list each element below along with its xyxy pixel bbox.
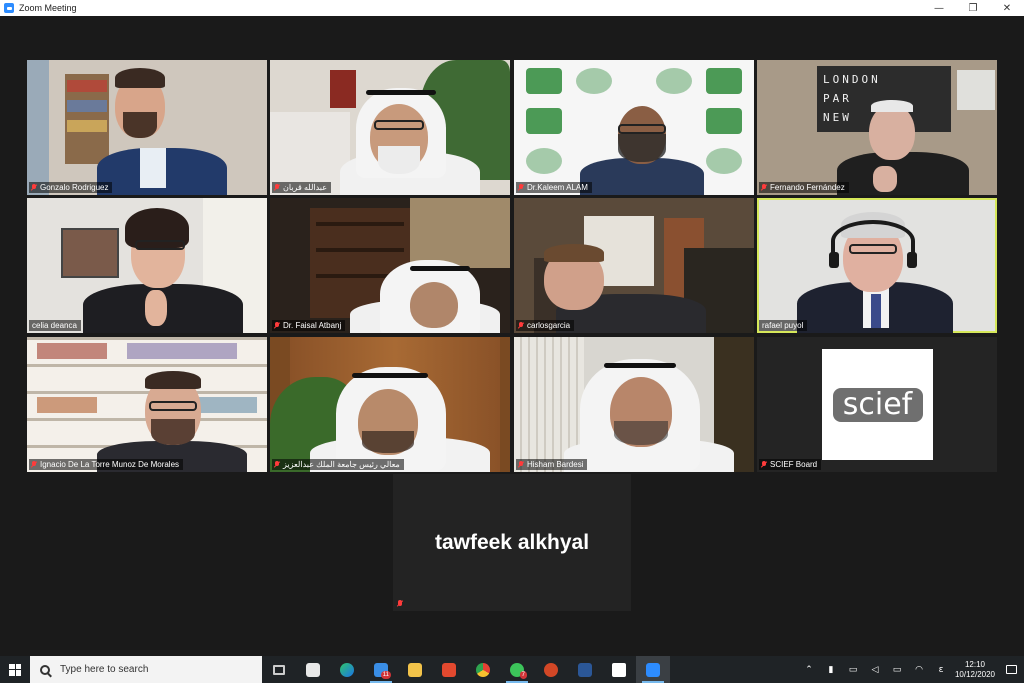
language-indicator[interactable]: ε bbox=[930, 656, 952, 683]
participant-name: عبدالله قربان bbox=[272, 182, 331, 193]
zoom-icon bbox=[646, 662, 660, 677]
office-icon bbox=[442, 662, 456, 677]
video-tile[interactable]: Ignacio De La Torre Munoz De Morales bbox=[27, 337, 267, 472]
mic-muted-icon bbox=[31, 184, 37, 191]
video-tile-no-video[interactable]: tawfeek alkhyal bbox=[393, 474, 631, 611]
video-tile[interactable]: Gonzalo Rodriguez bbox=[27, 60, 267, 195]
video-tile[interactable]: carlosgarcia bbox=[514, 198, 754, 333]
edge-button[interactable] bbox=[330, 656, 364, 683]
video-tile[interactable]: Dr. Faisal Atbanj bbox=[270, 198, 510, 333]
store-icon bbox=[306, 662, 320, 677]
mic-muted-icon bbox=[761, 461, 767, 468]
store-button[interactable] bbox=[296, 656, 330, 683]
mic-muted-icon bbox=[274, 322, 280, 329]
mic-muted-icon bbox=[518, 461, 524, 468]
video-tile[interactable]: LONDON PAR NEW K Fernando Fernández bbox=[757, 60, 997, 195]
search-icon bbox=[40, 664, 50, 675]
battery-icon[interactable]: ▭ bbox=[886, 656, 908, 683]
action-center-button[interactable] bbox=[998, 656, 1024, 683]
whatsapp-button[interactable]: 7 bbox=[500, 656, 534, 683]
notification-icon bbox=[1005, 665, 1017, 674]
mic-muted-icon bbox=[518, 322, 524, 329]
clock[interactable]: 12:10 10/12/2020 bbox=[952, 660, 998, 680]
taskbar: Type here to search 11 7 ⌃ ▮ ▭ ◁ ▭ ◠ ε 1… bbox=[0, 656, 1024, 683]
video-tile-active-speaker[interactable]: rafael puyol bbox=[757, 198, 997, 333]
clock-date: 10/12/2020 bbox=[954, 669, 996, 679]
show-hidden-icons-button[interactable]: ⌃ bbox=[798, 656, 820, 683]
participant-name: rafael puyol bbox=[759, 320, 808, 331]
zoom-app-icon bbox=[4, 3, 14, 13]
taskbar-search[interactable]: Type here to search bbox=[30, 656, 262, 683]
restore-button[interactable]: ❐ bbox=[956, 0, 990, 16]
microphone-icon[interactable]: ▮ bbox=[820, 656, 842, 683]
participant-name: Gonzalo Rodriguez bbox=[29, 182, 113, 193]
close-button[interactable]: ✕ bbox=[990, 0, 1024, 16]
video-tile[interactable]: celia deanca bbox=[27, 198, 267, 333]
mic-muted-icon bbox=[518, 184, 524, 191]
participant-name: Dr. Faisal Atbanj bbox=[272, 320, 346, 331]
video-tile[interactable]: عبدالله قربان bbox=[270, 60, 510, 195]
chrome-icon bbox=[476, 662, 490, 677]
gallery-view: Gonzalo Rodriguez عبدالله قربان Dr.Kalee… bbox=[0, 16, 1024, 656]
mic-muted-icon bbox=[761, 184, 767, 191]
participant-name: معالي رئيس جامعة الملك عبدالعزيز bbox=[272, 459, 404, 470]
window-controls: — ❐ ✕ bbox=[922, 0, 1024, 16]
whatsapp-badge: 7 bbox=[519, 671, 527, 679]
file-explorer-button[interactable] bbox=[398, 656, 432, 683]
mail-button[interactable]: 11 bbox=[364, 656, 398, 683]
video-tile[interactable]: Dr.Kaleem ALAM bbox=[514, 60, 754, 195]
minimize-button[interactable]: — bbox=[922, 0, 956, 16]
search-placeholder: Type here to search bbox=[60, 664, 149, 675]
video-tile[interactable]: Hisham Bardesi bbox=[514, 337, 754, 472]
participant-name: SCIEF Board bbox=[759, 459, 822, 470]
powerpoint-icon bbox=[544, 662, 558, 677]
wifi-icon[interactable]: ◠ bbox=[908, 656, 930, 683]
participant-name: Dr.Kaleem ALAM bbox=[516, 182, 592, 193]
system-tray: ⌃ ▮ ▭ ◁ ▭ ◠ ε 12:10 10/12/2020 bbox=[798, 656, 1024, 683]
participant-name: Hisham Bardesi bbox=[516, 459, 588, 470]
task-view-icon bbox=[273, 664, 285, 675]
scief-logo: scief bbox=[822, 349, 933, 460]
word-icon bbox=[578, 662, 592, 677]
folder-icon bbox=[408, 662, 422, 677]
mic-muted-icon bbox=[274, 461, 280, 468]
acrobat-button[interactable] bbox=[602, 656, 636, 683]
mic-muted-icon bbox=[31, 461, 37, 468]
participant-name: Fernando Fernández bbox=[759, 182, 849, 193]
volume-icon[interactable]: ◁ bbox=[864, 656, 886, 683]
windows-icon bbox=[9, 663, 21, 676]
start-button[interactable] bbox=[0, 656, 30, 683]
mic-muted-icon bbox=[274, 184, 280, 191]
edge-icon bbox=[340, 662, 354, 677]
acrobat-icon bbox=[612, 662, 626, 677]
participant-name: celia deanca bbox=[29, 320, 81, 331]
participant-display-name: tawfeek alkhyal bbox=[434, 530, 590, 554]
participant-name: carlosgarcia bbox=[516, 320, 575, 331]
mail-badge: 11 bbox=[380, 671, 391, 679]
window-titlebar: Zoom Meeting — ❐ ✕ bbox=[0, 0, 1024, 16]
video-tile[interactable]: معالي رئيس جامعة الملك عبدالعزيز bbox=[270, 337, 510, 472]
word-button[interactable] bbox=[568, 656, 602, 683]
clock-time: 12:10 bbox=[964, 659, 986, 669]
participant-name: Ignacio De La Torre Munoz De Morales bbox=[29, 459, 184, 470]
window-title: Zoom Meeting bbox=[19, 3, 77, 13]
video-tile[interactable]: scief SCIEF Board bbox=[757, 337, 997, 472]
network-icon[interactable]: ▭ bbox=[842, 656, 864, 683]
powerpoint-button[interactable] bbox=[534, 656, 568, 683]
task-view-button[interactable] bbox=[262, 656, 296, 683]
office-button[interactable] bbox=[432, 656, 466, 683]
chrome-button[interactable] bbox=[466, 656, 500, 683]
zoom-button[interactable] bbox=[636, 656, 670, 683]
mic-muted-icon bbox=[396, 600, 404, 608]
